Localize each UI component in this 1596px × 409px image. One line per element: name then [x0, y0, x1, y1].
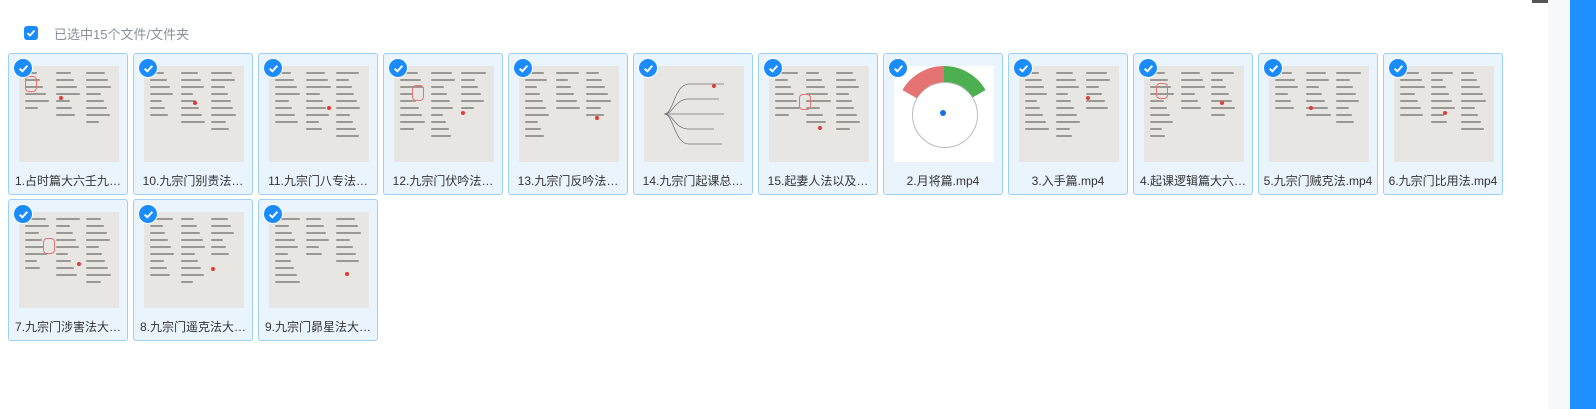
file-name: 2.月将篇.mp4: [906, 174, 980, 188]
file-name: 3.入手篇.mp4: [1031, 174, 1105, 188]
file-card[interactable]: 9.九宗门昴星法大…: [258, 199, 378, 341]
check-icon: [18, 210, 28, 219]
selection-toolbar: 已选中15个文件/文件夹: [24, 24, 189, 42]
check-icon: [768, 64, 778, 73]
file-card[interactable]: 11.九宗门八专法…: [258, 53, 378, 195]
file-card[interactable]: 12.九宗门伏吟法…: [383, 53, 503, 195]
check-icon: [1268, 64, 1278, 73]
file-card[interactable]: 8.九宗门遥克法大…: [133, 199, 253, 341]
selected-checkbox[interactable]: [1138, 58, 1158, 78]
selected-checkbox[interactable]: [1263, 58, 1283, 78]
check-icon: [393, 64, 403, 73]
file-thumbnail: [144, 212, 244, 308]
file-name: 10.九宗门别责法…: [142, 174, 244, 188]
file-card[interactable]: 5.九宗门贼克法.mp4: [1258, 53, 1378, 195]
selected-checkbox[interactable]: [388, 58, 408, 78]
check-icon: [1143, 64, 1153, 73]
file-thumbnail: [394, 66, 494, 162]
selected-checkbox[interactable]: [138, 58, 158, 78]
check-icon: [26, 29, 36, 37]
selected-checkbox[interactable]: [138, 204, 158, 224]
selected-checkbox[interactable]: [513, 58, 533, 78]
selected-checkbox[interactable]: [263, 58, 283, 78]
file-thumbnail: [519, 66, 619, 162]
right-panel-edge: [1570, 0, 1596, 409]
file-card[interactable]: 1.占时篇大六壬九…: [8, 53, 128, 195]
file-thumbnail: [19, 66, 119, 162]
file-thumbnail: [1019, 66, 1119, 162]
file-name: 8.九宗门遥克法大…: [139, 320, 246, 334]
file-card[interactable]: 4.起课逻辑篇大六…: [1133, 53, 1253, 195]
file-card[interactable]: 3.入手篇.mp4: [1008, 53, 1128, 195]
check-icon: [518, 64, 528, 73]
scroll-track: [1548, 0, 1570, 409]
file-card[interactable]: 15.起妻人法以及…: [758, 53, 878, 195]
selected-checkbox[interactable]: [888, 58, 908, 78]
selected-checkbox[interactable]: [13, 58, 33, 78]
file-thumbnail: [769, 66, 869, 162]
window-control-mark[interactable]: [1532, 0, 1548, 3]
selected-checkbox[interactable]: [263, 204, 283, 224]
selected-checkbox[interactable]: [763, 58, 783, 78]
file-name: 6.九宗门比用法.mp4: [1388, 174, 1498, 188]
check-icon: [268, 210, 278, 219]
file-thumbnail: [269, 66, 369, 162]
file-thumbnail: [1394, 66, 1494, 162]
file-card[interactable]: 14.九宗门起课总…: [633, 53, 753, 195]
file-thumbnail: [894, 66, 994, 162]
file-name: 4.起课逻辑篇大六…: [1139, 174, 1246, 188]
file-name: 14.九宗门起课总…: [642, 174, 744, 188]
file-thumbnail: [19, 212, 119, 308]
file-name: 12.九宗门伏吟法…: [392, 174, 494, 188]
check-icon: [1018, 64, 1028, 73]
select-all-checkbox[interactable]: [24, 26, 38, 40]
check-icon: [1393, 64, 1403, 73]
file-card[interactable]: 6.九宗门比用法.mp4: [1383, 53, 1503, 195]
check-icon: [643, 64, 653, 73]
file-grid: 1.占时篇大六壬九… 10.九宗门别责法… 11.九宗门八专法… 12.九宗门伏吟法……: [8, 53, 1520, 341]
selected-checkbox[interactable]: [13, 204, 33, 224]
selected-checkbox[interactable]: [638, 58, 658, 78]
check-icon: [143, 210, 153, 219]
file-thumbnail: [644, 66, 744, 162]
file-card[interactable]: 13.九宗门反吟法…: [508, 53, 628, 195]
file-name: 5.九宗门贼克法.mp4: [1263, 174, 1373, 188]
check-icon: [18, 64, 28, 73]
file-name: 13.九宗门反吟法…: [517, 174, 619, 188]
check-icon: [143, 64, 153, 73]
check-icon: [268, 64, 278, 73]
selection-count-label: 已选中15个文件/文件夹: [54, 26, 190, 42]
file-name: 9.九宗门昴星法大…: [264, 320, 371, 334]
check-icon: [893, 64, 903, 73]
file-thumbnail: [269, 212, 369, 308]
file-thumbnail: [144, 66, 244, 162]
file-card[interactable]: 2.月将篇.mp4: [883, 53, 1003, 195]
selected-checkbox[interactable]: [1388, 58, 1408, 78]
selected-checkbox[interactable]: [1013, 58, 1033, 78]
file-card[interactable]: 10.九宗门别责法…: [133, 53, 253, 195]
file-name: 1.占时篇大六壬九…: [14, 174, 121, 188]
file-name: 7.九宗门涉害法大…: [14, 320, 121, 334]
file-thumbnail: [1144, 66, 1244, 162]
file-card[interactable]: 7.九宗门涉害法大…: [8, 199, 128, 341]
file-name: 15.起妻人法以及…: [767, 174, 869, 188]
file-name: 11.九宗门八专法…: [268, 174, 368, 188]
file-thumbnail: [1269, 66, 1369, 162]
